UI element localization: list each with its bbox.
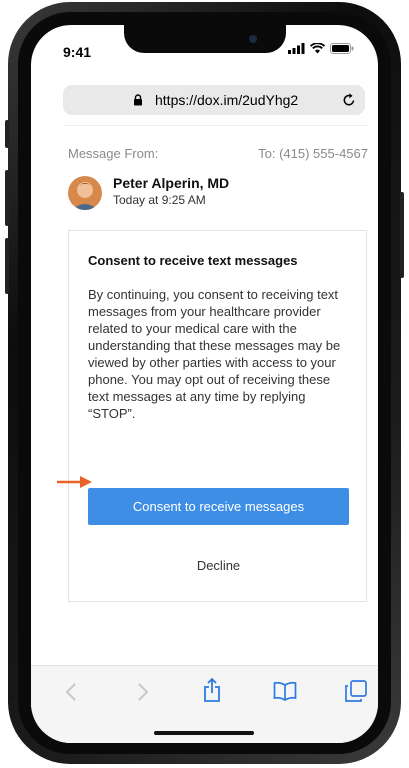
notch (124, 25, 286, 53)
message-to-label: To: (415) 555-4567 (258, 146, 368, 161)
forward-icon[interactable] (137, 682, 149, 702)
avatar (68, 176, 102, 210)
silent-switch (5, 120, 9, 148)
lock-icon (134, 94, 142, 106)
decline-button[interactable]: Decline (88, 549, 349, 581)
address-bar[interactable]: https://dox.im/2udYhg2 (63, 85, 365, 115)
home-indicator (154, 731, 254, 735)
status-time: 9:41 (63, 44, 92, 60)
sent-time: Today at 9:25 AM (113, 193, 206, 207)
sender-name: Peter Alperin, MD (113, 175, 230, 191)
reload-icon[interactable] (342, 92, 356, 107)
header-divider (63, 125, 368, 126)
power-button (400, 192, 404, 278)
volume-down-button (5, 238, 9, 294)
url-text: https://dox.im/2udYhg2 (155, 92, 299, 108)
consent-card: Consent to receive text messages By cont… (68, 230, 367, 602)
cellular-signal-icon (288, 43, 305, 54)
consent-button[interactable]: Consent to receive messages (88, 488, 349, 525)
consent-card-title: Consent to receive text messages (88, 253, 298, 268)
camera (249, 35, 257, 43)
bookmarks-icon[interactable] (273, 681, 297, 701)
volume-up-button (5, 170, 9, 226)
battery-icon (330, 43, 354, 54)
phone-screen: 9:41 https://dox.im/2udYhg2 Message From… (31, 25, 378, 743)
share-icon[interactable] (203, 678, 221, 702)
tabs-icon[interactable] (345, 680, 367, 702)
annotation-arrow-icon (57, 476, 92, 488)
message-from-label: Message From: (68, 146, 159, 161)
back-icon[interactable] (65, 682, 77, 702)
consent-card-body: By continuing, you consent to receiving … (88, 287, 341, 421)
wifi-icon (310, 43, 325, 54)
status-icons (288, 43, 354, 54)
